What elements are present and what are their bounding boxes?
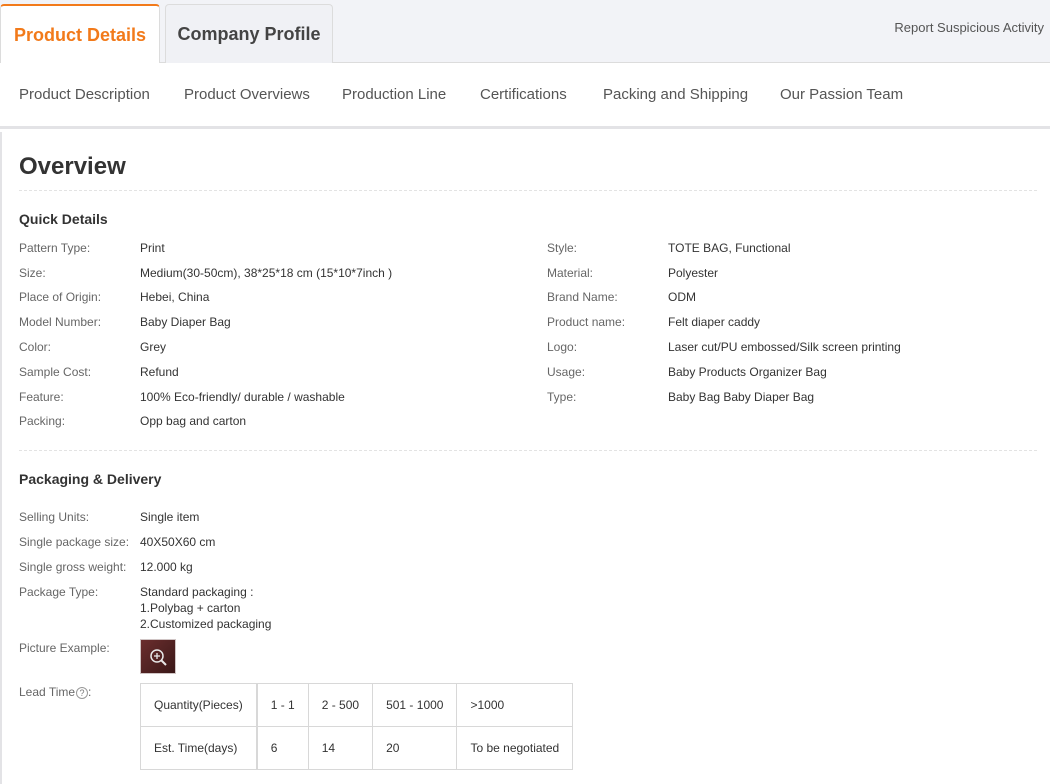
package-type-value: Standard packaging : 1.Polybag + carton … xyxy=(140,584,271,632)
attr-label: Model Number: xyxy=(19,315,102,329)
attr-label: Material: xyxy=(547,266,594,280)
attr-label: Size: xyxy=(19,266,46,280)
attr-value: Polyester xyxy=(668,266,719,280)
tab-company-profile[interactable]: Company Profile xyxy=(165,4,333,63)
table-cell: >1000 xyxy=(456,683,574,727)
package-size-label: Single package size: xyxy=(19,535,130,549)
attr-label: Usage: xyxy=(547,365,586,379)
report-suspicious-activity-link[interactable]: Report Suspicious Activity xyxy=(894,20,1044,35)
question-circle-icon[interactable]: ? xyxy=(76,686,89,699)
lead-time-colon: : xyxy=(88,685,92,699)
gross-weight-label: Single gross weight: xyxy=(19,560,127,574)
attr-value: Baby Products Organizer Bag xyxy=(668,365,827,379)
picture-example-label: Picture Example: xyxy=(19,641,110,655)
lead-time-label: Lead Time?: xyxy=(19,685,91,699)
attr-label: Packing: xyxy=(19,414,66,428)
lead-time-label-text: Lead Time xyxy=(19,685,76,699)
selling-units-label: Selling Units: xyxy=(19,510,90,524)
picture-example-thumbnail[interactable] xyxy=(140,639,176,674)
attr-label: Type: xyxy=(547,390,577,404)
top-tab-bar: Product Details Company Profile Report S… xyxy=(0,0,1050,64)
package-type-line: 1.Polybag + carton xyxy=(140,601,241,615)
table-cell: 14 xyxy=(307,726,374,770)
table-cell: 501 - 1000 xyxy=(372,683,458,727)
package-size-value: 40X50X60 cm xyxy=(140,535,216,549)
subnav-packing-and-shipping[interactable]: Packing and Shipping xyxy=(603,86,748,103)
attr-value: Opp bag and carton xyxy=(140,414,247,428)
subnav-certifications[interactable]: Certifications xyxy=(480,86,567,103)
attr-value: Print xyxy=(140,241,165,255)
packaging-delivery-title: Packaging & Delivery xyxy=(19,471,162,487)
table-cell: 2 - 500 xyxy=(307,683,374,727)
divider xyxy=(19,190,1037,191)
product-details-content: Overview Quick Details Pattern Type: Pri… xyxy=(0,132,1050,784)
table-cell: 6 xyxy=(256,726,309,770)
sub-navigation: Product Description Product Overviews Pr… xyxy=(0,63,1050,129)
package-type-line: Standard packaging : xyxy=(140,585,254,599)
selling-units-value: Single item xyxy=(140,510,200,524)
zoom-in-icon xyxy=(150,649,167,666)
package-type-label: Package Type: xyxy=(19,585,99,599)
attr-value: Baby Diaper Bag xyxy=(140,315,231,329)
divider xyxy=(19,450,1037,451)
attr-value: 100% Eco-friendly/ durable / washable xyxy=(140,390,345,404)
table-cell: Quantity(Pieces) xyxy=(139,683,258,727)
attr-label: Pattern Type: xyxy=(19,241,91,255)
package-type-line: 2.Customized packaging xyxy=(140,617,272,631)
subnav-product-description[interactable]: Product Description xyxy=(19,86,150,103)
attr-label: Product name: xyxy=(547,315,626,329)
subnav-our-passion-team[interactable]: Our Passion Team xyxy=(780,86,903,103)
attr-value: Baby Bag Baby Diaper Bag xyxy=(668,390,815,404)
table-cell: 1 - 1 xyxy=(256,683,309,727)
attr-value: TOTE BAG, Functional xyxy=(668,241,791,255)
table-cell: 20 xyxy=(372,726,458,770)
subnav-product-overviews[interactable]: Product Overviews xyxy=(184,86,310,103)
attr-label: Style: xyxy=(547,241,578,255)
overview-title: Overview xyxy=(19,153,126,180)
attr-label: Feature: xyxy=(19,390,64,404)
attr-value: Laser cut/PU embossed/Silk screen printi… xyxy=(668,340,901,354)
attr-value: Refund xyxy=(140,365,179,379)
attr-label: Sample Cost: xyxy=(19,365,92,379)
subnav-production-line[interactable]: Production Line xyxy=(342,86,446,103)
attr-value: Felt diaper caddy xyxy=(668,315,761,329)
table-row: Est. Time(days) 6 14 20 To be negotiated xyxy=(139,726,574,770)
attr-label: Brand Name: xyxy=(547,290,618,304)
quick-details-title: Quick Details xyxy=(19,211,108,227)
attr-label: Logo: xyxy=(547,340,578,354)
attr-label: Place of Origin: xyxy=(19,290,102,304)
attr-value: Medium(30-50cm), 38*25*18 cm (15*10*7inc… xyxy=(140,266,393,280)
table-cell: To be negotiated xyxy=(456,726,574,770)
table-row: Quantity(Pieces) 1 - 1 2 - 500 501 - 100… xyxy=(139,683,574,727)
attr-value: ODM xyxy=(668,290,696,304)
attr-value: Hebei, China xyxy=(140,290,210,304)
gross-weight-value: 12.000 kg xyxy=(140,560,193,574)
attr-label: Color: xyxy=(19,340,52,354)
attr-value: Grey xyxy=(140,340,167,354)
lead-time-table: Quantity(Pieces) 1 - 1 2 - 500 501 - 100… xyxy=(139,683,574,770)
tab-product-details[interactable]: Product Details xyxy=(0,4,160,64)
table-cell: Est. Time(days) xyxy=(139,726,258,770)
